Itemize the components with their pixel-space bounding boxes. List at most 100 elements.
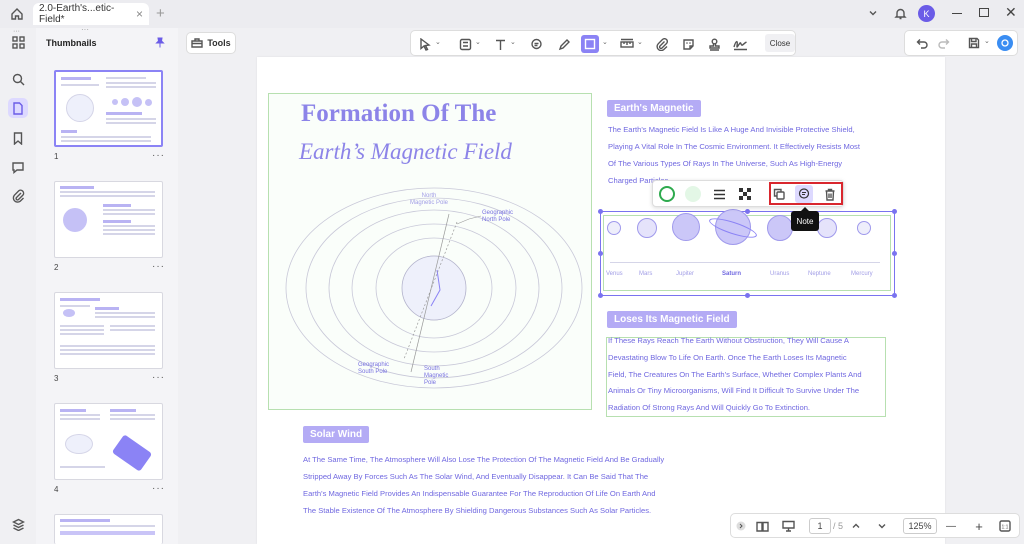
section2-line-5: Radiation Of Strong Rays And Will Quickl… [608,403,811,412]
section1-line-3: Of The Various Types Of Rays In The Univ… [608,159,843,168]
page-number-2: 2 [54,263,59,272]
avatar[interactable]: K [918,5,935,22]
restore-icon[interactable] [979,8,989,17]
zoom-out-button[interactable]: — [943,518,959,534]
planet-label-jupiter: Jupiter [676,271,695,277]
presentation-icon[interactable] [779,518,797,534]
bookmark-icon[interactable] [10,130,26,146]
bell-icon[interactable] [892,5,908,21]
section3-line-1: At The Same Time, The Atmosphere Will Al… [303,455,665,464]
chevron-down-icon[interactable]: ⌄ [984,37,990,45]
page-thumbnail-4[interactable] [54,403,163,480]
page-more-2[interactable]: ··· [152,261,165,272]
chevron-down-icon[interactable]: ⌄ [602,38,608,46]
reading-mode-icon[interactable] [753,518,771,534]
search-icon[interactable] [10,71,26,87]
resize-handle[interactable] [892,209,897,214]
redo-icon[interactable] [937,36,951,50]
toolbox-icon [191,37,204,50]
planet-mars [637,218,657,238]
close-tab-icon[interactable]: × [136,7,143,21]
zoom-level[interactable]: 125% [903,518,937,534]
section-heading-loses-magnetic-field: Loses Its Magnetic Field [607,311,737,328]
section2-line-4: Animals Or Tiny Microorganisms, Will Fin… [608,386,860,395]
page-thumbnail-3[interactable] [54,292,163,369]
measure-icon[interactable] [618,35,636,53]
grid-icon[interactable] [10,34,26,50]
resize-handle[interactable] [745,209,750,214]
undo-icon[interactable] [915,36,929,50]
chevron-down-icon[interactable] [866,6,880,20]
close-window-icon[interactable]: ✕ [1005,4,1017,21]
resize-handle[interactable] [892,293,897,298]
resize-handle[interactable] [598,209,603,214]
section-heading-solar-wind: Solar Wind [303,426,370,443]
current-page-input[interactable]: 1 [809,518,831,534]
drag-dots-icon: ··· [13,28,20,35]
stroke-color-swatch[interactable] [659,186,675,202]
fill-color-swatch[interactable] [685,186,701,202]
chevron-down-icon[interactable]: ⌄ [510,38,516,46]
minimize-icon[interactable] [952,13,962,14]
close-button[interactable]: Close [765,34,795,52]
opacity-icon[interactable] [737,186,753,202]
pin-icon[interactable] [154,36,166,48]
layers-icon[interactable] [10,516,26,532]
comment-icon[interactable] [10,159,26,175]
rectangle-shape-icon[interactable] [581,35,599,53]
ai-assistant-icon[interactable] [997,35,1013,51]
page-thumbnails-icon[interactable] [8,98,28,118]
section2-line-1: If These Rays Reach The Earth Without Ob… [608,336,849,345]
signature-icon[interactable] [731,35,749,53]
resize-handle[interactable] [598,293,603,298]
copy-icon[interactable] [771,186,787,202]
label-north-magnetic-pole: North Magnetic Pole [410,193,449,206]
pen-icon[interactable] [555,35,573,53]
chevron-down-icon[interactable] [875,518,889,534]
section1-line-2: Playing A Vital Role In The Cosmic Envir… [608,142,860,151]
sticker-icon[interactable] [679,35,697,53]
highlight-box-icon[interactable] [456,35,474,53]
page-thumbnail-1[interactable] [54,70,163,147]
line-weight-icon[interactable] [711,186,727,202]
page-navigation-bar: 1 / 5 125% — + 1:1 [730,513,1020,538]
page-more-3[interactable]: ··· [152,372,165,383]
comment-bubble-icon[interactable] [527,35,545,53]
stamp-icon[interactable] [705,35,723,53]
attachment-icon[interactable] [653,35,671,53]
note-icon[interactable] [795,185,813,203]
fit-page-icon[interactable]: 1:1 [997,518,1013,534]
tools-button[interactable]: Tools [186,32,236,54]
text-tool-icon[interactable] [491,35,509,53]
page-more-4[interactable]: ··· [152,483,165,494]
page-thumbnail-5[interactable] [54,514,163,544]
page-more-1[interactable]: ··· [152,150,165,161]
planet-neptune [817,218,837,238]
collapse-arrow-icon[interactable] [735,518,747,534]
section1-line-1: The Earth's Magnetic Field Is Like A Hug… [608,125,855,134]
page-thumbnail-2[interactable] [54,181,163,258]
save-icon[interactable] [967,36,981,50]
document-tab[interactable]: 2.0-Earth's...etic-Field* × [33,3,149,25]
resize-handle[interactable] [745,293,750,298]
trash-icon[interactable] [822,186,838,202]
annotation-toolbar: ⌄ ⌄ ⌄ ⌄ ⌄ Close [410,30,796,56]
zoom-in-button[interactable]: + [971,518,987,534]
svg-text:1:1: 1:1 [1002,524,1009,530]
chevron-up-icon[interactable] [849,518,863,534]
select-cursor-icon[interactable] [416,35,434,53]
planet-mercury [857,221,871,235]
resize-handle[interactable] [892,251,897,256]
chevron-down-icon[interactable]: ⌄ [475,38,481,46]
right-toolbar: ⌄ [904,30,1018,56]
document-title-line1: Formation Of The [301,100,497,127]
planet-jupiter [672,213,700,241]
total-pages: / 5 [832,521,843,531]
planet-label-saturn: Saturn [722,271,742,277]
new-tab-button[interactable]: + [156,5,165,22]
chevron-down-icon[interactable]: ⌄ [435,38,441,46]
image-context-toolbar [652,180,844,207]
chevron-down-icon[interactable]: ⌄ [637,38,643,46]
home-icon[interactable] [8,5,26,23]
attachment-icon[interactable] [10,188,26,204]
